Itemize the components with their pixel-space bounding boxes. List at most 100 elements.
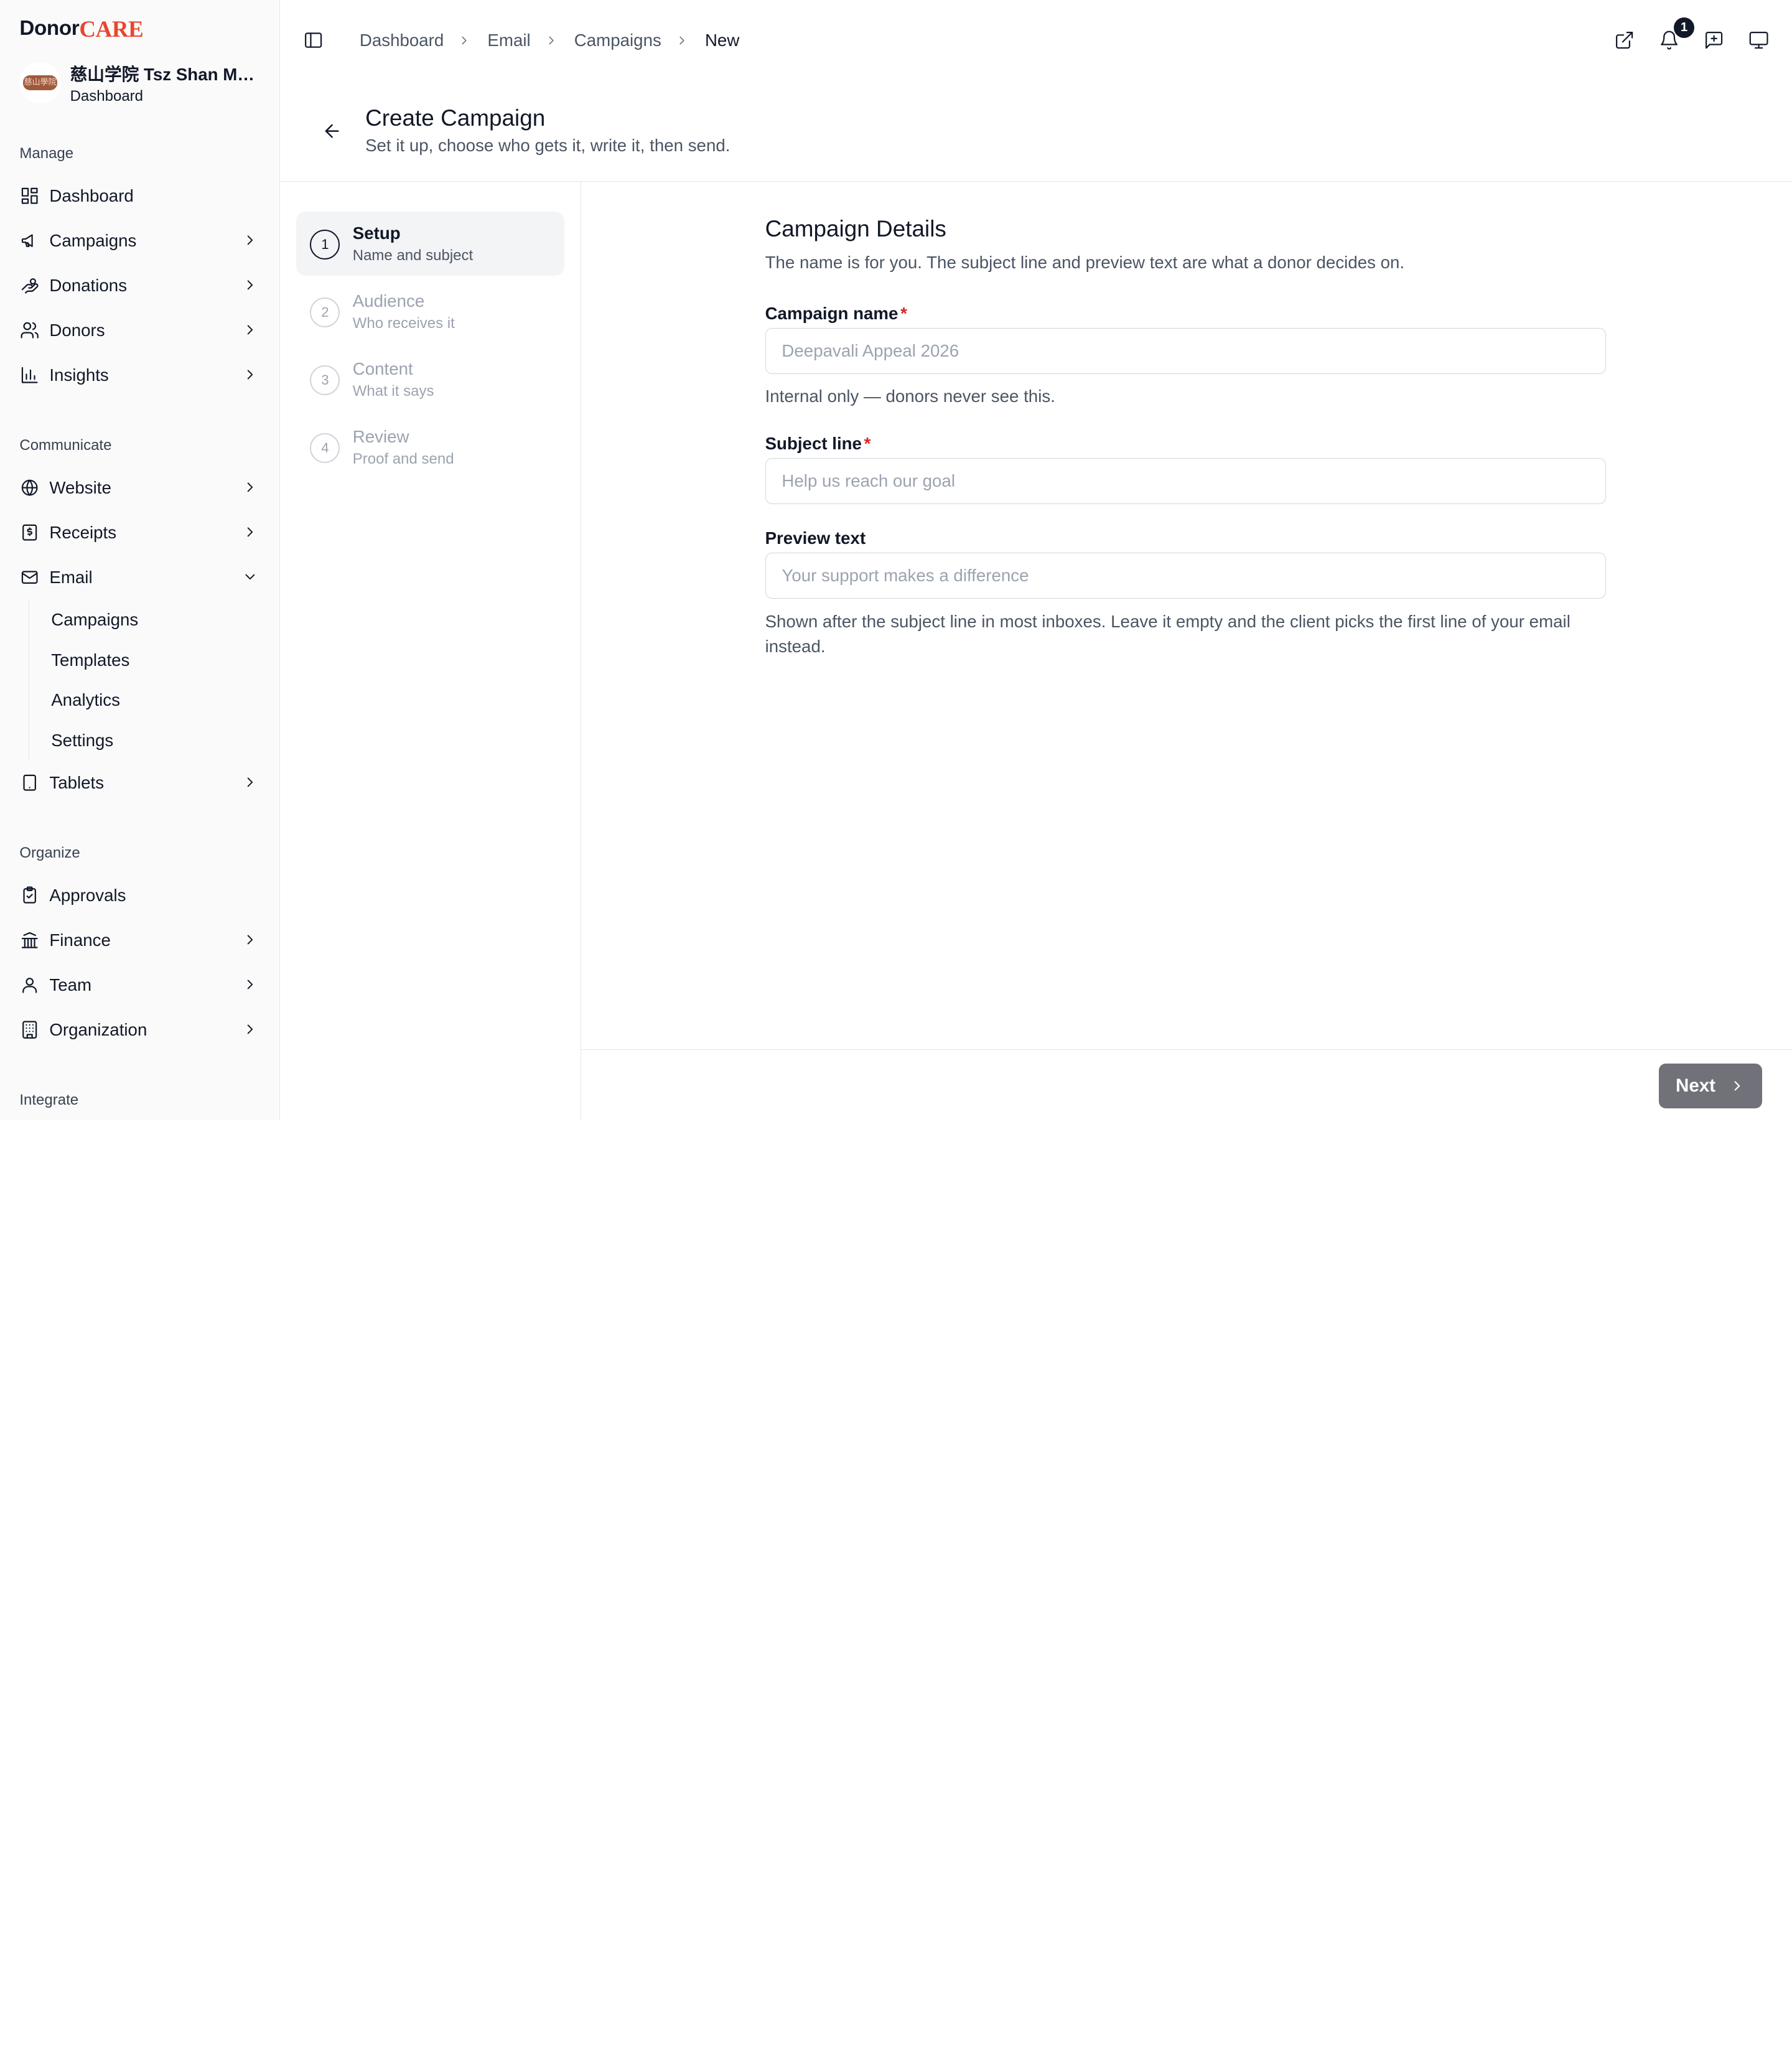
step-description: Proof and send xyxy=(352,450,454,467)
breadcrumb-campaigns[interactable]: Campaigns xyxy=(574,30,661,50)
step-description: Name and subject xyxy=(352,246,474,264)
chevron-right-icon xyxy=(242,232,258,248)
chevron-right-icon xyxy=(242,524,258,540)
campaign-name-field: Campaign name* Internal only — donors ne… xyxy=(765,304,1606,409)
notification-badge: 1 xyxy=(1673,17,1695,38)
step-description: What it says xyxy=(352,382,434,400)
sidebar-item-organization[interactable]: Organization xyxy=(19,1008,260,1052)
display-button[interactable] xyxy=(1746,27,1771,53)
sidebar-item-donations[interactable]: Donations xyxy=(19,263,260,308)
chevron-right-icon xyxy=(544,34,561,47)
chevron-down-icon xyxy=(242,569,258,585)
sidebar-item-label: Finance xyxy=(49,930,111,950)
section-organize: Organize xyxy=(19,844,80,861)
step-label: Content xyxy=(352,358,413,378)
step-description: Who receives it xyxy=(352,314,455,332)
page-header: Create Campaign Set it up, choose who ge… xyxy=(280,80,1792,182)
section-manage: Manage xyxy=(19,144,74,162)
required-marker: * xyxy=(864,433,871,453)
step-audience[interactable]: 2 Audience Who receives it xyxy=(296,279,564,344)
open-external-button[interactable] xyxy=(1612,27,1637,53)
content: 1 Setup Name and subject 2 Audience Who … xyxy=(280,181,1792,1121)
sidebar-toggle-button[interactable] xyxy=(301,27,327,53)
field-label: Campaign name * xyxy=(765,304,1606,324)
sidebar-item-label: Donations xyxy=(49,275,128,295)
next-button[interactable]: Next xyxy=(1658,1063,1763,1108)
subject-line-label: Subject line xyxy=(765,433,862,453)
subject-line-input[interactable] xyxy=(765,458,1606,504)
feedback-button[interactable] xyxy=(1701,27,1727,53)
sidebar-item-campaigns[interactable]: Campaigns xyxy=(19,218,260,263)
step-number: 4 xyxy=(310,433,340,463)
breadcrumb-email[interactable]: Email xyxy=(487,30,530,50)
sidebar-item-label: Organization xyxy=(49,1019,147,1039)
sidebar-item-insights[interactable]: Insights xyxy=(19,353,260,398)
preview-text-help: Shown after the subject line in most inb… xyxy=(765,611,1570,657)
chevron-right-icon xyxy=(242,774,258,790)
chevron-right-icon xyxy=(242,976,258,993)
sidebar-subitem-analytics[interactable]: Analytics xyxy=(51,680,260,721)
sidebar-item-donors[interactable]: Donors xyxy=(19,308,260,353)
org-avatar-text: 慈山學院 xyxy=(22,75,58,90)
sidebar: Donor CARE 慈山學院 慈山学院 Tsz Shan Mo... Dashb… xyxy=(0,0,281,1121)
sidebar-item-receipts[interactable]: Receipts xyxy=(19,510,260,555)
back-button[interactable] xyxy=(319,118,345,144)
campaign-name-input[interactable] xyxy=(765,327,1606,374)
sidebar-item-team[interactable]: Team xyxy=(19,963,260,1008)
topbar: Dashboard Email Campaigns New 1 xyxy=(280,0,1792,80)
external-link-icon xyxy=(1616,32,1633,49)
campaign-name-help: Internal only — donors never see this. xyxy=(765,386,1055,406)
sidebar-item-label: Approvals xyxy=(49,885,126,905)
clipboard-check-icon xyxy=(19,885,40,905)
org-avatar: 慈山學院 xyxy=(19,62,61,104)
org-name: 慈山学院 Tsz Shan Mo... xyxy=(70,65,261,85)
message-plus-icon xyxy=(1705,32,1723,49)
sidebar-item-label: Donors xyxy=(49,320,105,340)
monitor-icon xyxy=(1749,32,1768,49)
brand-care: CARE xyxy=(79,16,144,42)
form-area: Campaign Details The name is for you. Th… xyxy=(581,182,1792,1120)
sidebar-item-label: Campaigns xyxy=(49,230,137,250)
sidebar-item-website[interactable]: Website xyxy=(19,466,260,510)
sidebar-item-label: Dashboard xyxy=(49,185,134,205)
breadcrumb-dashboard[interactable]: Dashboard xyxy=(360,30,444,50)
sidebar-item-label: Team xyxy=(49,975,92,994)
sidebar-subitem-campaigns[interactable]: Campaigns xyxy=(51,600,260,640)
sidebar-item-email[interactable]: Email xyxy=(19,555,260,600)
sidebar-item-dashboard[interactable]: Dashboard xyxy=(19,174,260,218)
page-subtitle: Set it up, choose who gets it, write it,… xyxy=(365,135,730,155)
tablet-icon xyxy=(19,772,40,793)
step-review[interactable]: 4 Review Proof and send xyxy=(296,414,564,479)
sidebar-subitem-settings[interactable]: Settings xyxy=(51,720,260,760)
step-label: Review xyxy=(352,426,409,446)
step-content[interactable]: 3 Content What it says xyxy=(296,347,564,411)
user-icon xyxy=(19,975,40,995)
org-switcher[interactable]: 慈山學院 慈山学院 Tsz Shan Mo... Dashboard xyxy=(19,60,261,106)
dashboard-icon xyxy=(19,185,40,206)
stepper: 1 Setup Name and subject 2 Audience Who … xyxy=(280,181,582,1121)
sidebar-item-finance[interactable]: Finance xyxy=(19,918,260,963)
step-setup[interactable]: 1 Setup Name and subject xyxy=(296,211,565,276)
notifications-button[interactable]: 1 xyxy=(1656,17,1695,53)
section-integrate: Integrate xyxy=(19,1091,79,1108)
breadcrumb-new: New xyxy=(704,30,740,50)
email-subnav: Campaigns Templates Analytics Settings xyxy=(29,599,260,761)
main: Dashboard Email Campaigns New 1 Create C… xyxy=(280,0,1792,1121)
sidebar-subitem-templates[interactable]: Templates xyxy=(51,640,260,680)
arrow-left-icon xyxy=(325,124,339,138)
chevron-right-icon xyxy=(242,479,258,495)
bank-icon xyxy=(19,930,40,950)
sidebar-item-tablets[interactable]: Tablets xyxy=(19,760,260,805)
preview-text-input[interactable] xyxy=(765,553,1606,599)
step-number: 1 xyxy=(310,230,340,260)
sidebar-item-approvals[interactable]: Approvals xyxy=(19,873,260,918)
chevron-right-icon xyxy=(242,932,258,948)
sidebar-item-label: Website xyxy=(49,477,111,497)
sidebar-item-label: Receipts xyxy=(49,522,117,542)
brand-logo[interactable]: Donor CARE xyxy=(19,0,260,55)
subject-line-field: Subject line * xyxy=(765,434,1606,504)
field-label: Subject line * xyxy=(765,434,1606,454)
bar-chart-icon xyxy=(19,365,40,385)
chevron-right-icon xyxy=(457,34,474,47)
globe-icon xyxy=(19,477,40,498)
